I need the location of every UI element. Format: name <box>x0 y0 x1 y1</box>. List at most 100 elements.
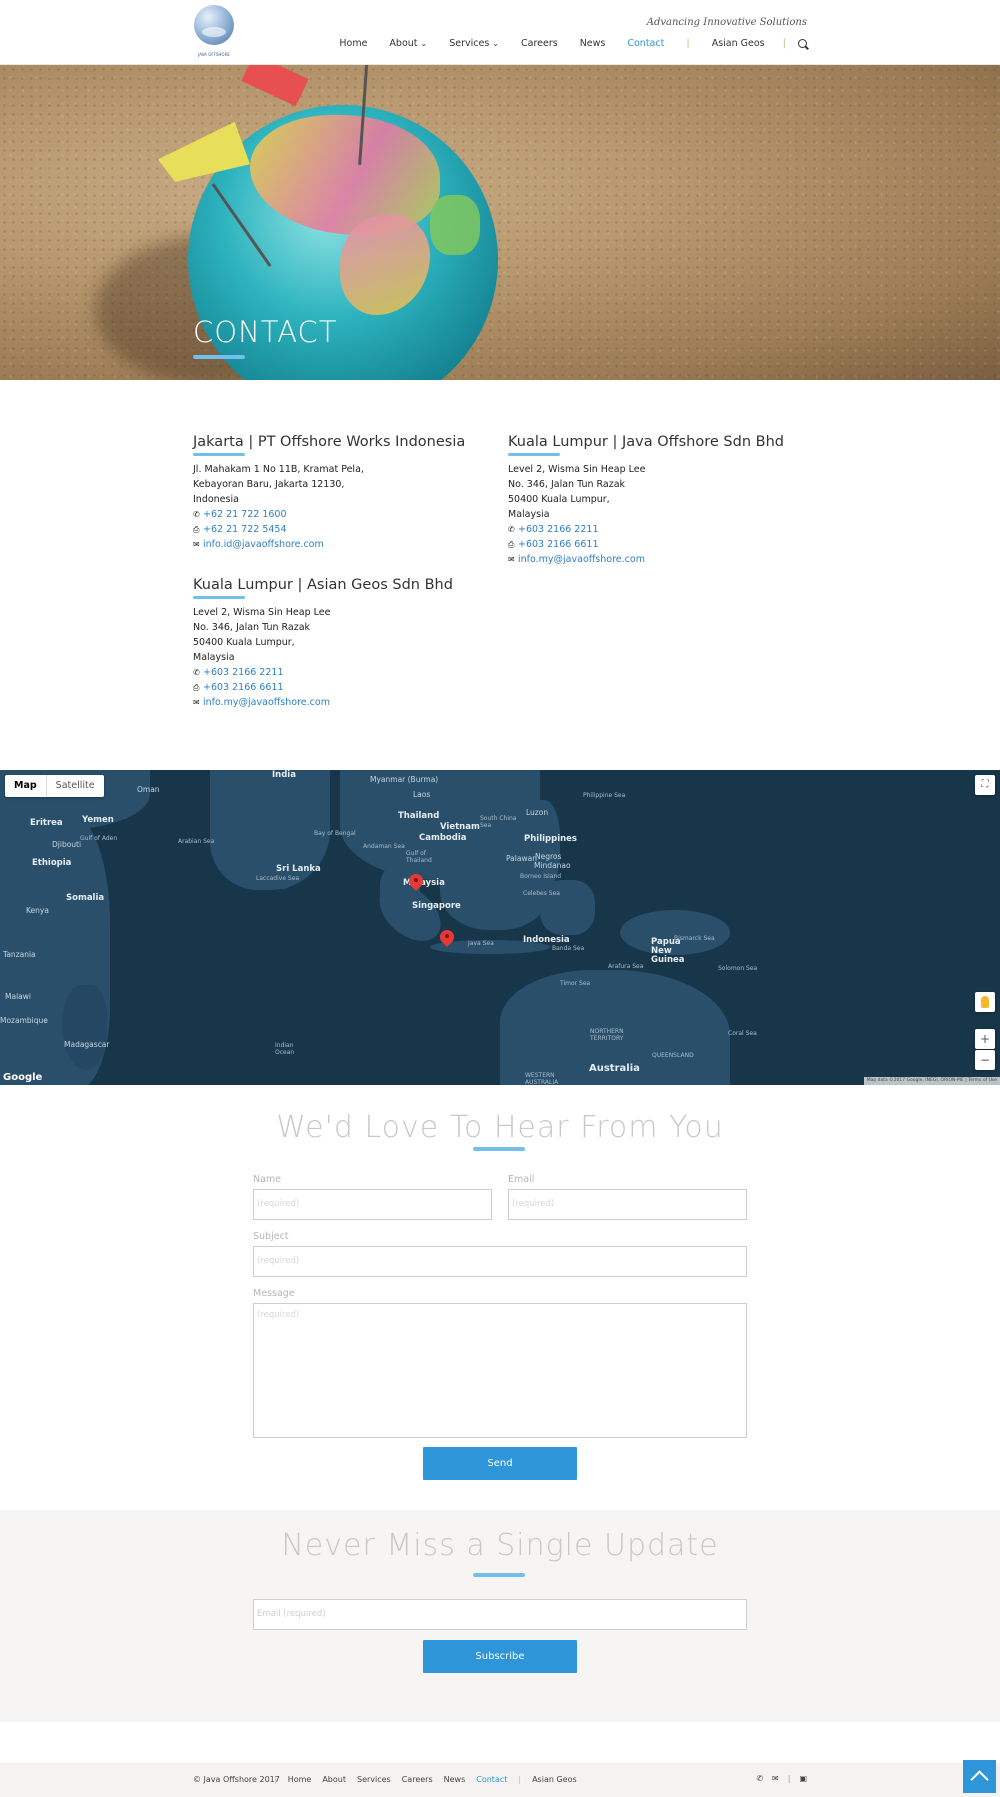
chevron-down-icon: ⌄ <box>420 38 428 48</box>
footer-nav-asian-geos[interactable]: Asian Geos <box>532 1775 577 1784</box>
site-footer: © Java Offshore 2017 | Home About Servic… <box>0 1763 1000 1797</box>
map-attribution[interactable]: Map data ©2017 Google, INEGI, ORION-ME |… <box>863 1077 1000 1085</box>
office-title-underline <box>508 453 560 456</box>
address-line: 50400 Kuala Lumpur, <box>508 494 610 505</box>
site-header: JAVA OFFSHORE Advancing Innovative Solut… <box>0 0 1000 65</box>
map-label: Arabian Sea <box>178 838 215 845</box>
nav-careers[interactable]: Careers <box>521 38 558 49</box>
zoom-in-button[interactable]: + <box>975 1029 995 1049</box>
nav-asian-geos[interactable]: Asian Geos <box>712 38 765 49</box>
map-label: Australia <box>589 1063 640 1074</box>
footer-nav-about[interactable]: About <box>322 1775 346 1784</box>
map-marker-kuala-lumpur[interactable] <box>406 871 426 894</box>
map-label: Somalia <box>66 893 105 903</box>
subscribe-button[interactable]: Subscribe <box>423 1640 577 1673</box>
address-line: Malaysia <box>508 509 550 520</box>
search-icon[interactable] <box>798 38 807 48</box>
map-label: Laccadive Sea <box>256 875 300 882</box>
map-label: Borneo Island <box>520 873 562 880</box>
pegman-icon[interactable] <box>975 992 995 1012</box>
map-label: Solomon Sea <box>718 965 758 972</box>
send-button[interactable]: Send <box>423 1447 577 1480</box>
nav-contact[interactable]: Contact <box>627 38 664 49</box>
envelope-icon[interactable]: ✉ <box>772 1774 779 1783</box>
nav-divider: | <box>782 37 786 49</box>
subject-input[interactable]: (required) <box>253 1246 747 1277</box>
map-label: Papua New Guinea <box>651 937 685 965</box>
title-underline <box>193 355 245 359</box>
nav-news[interactable]: News <box>580 38 606 49</box>
footer-nav-services[interactable]: Services <box>357 1775 391 1784</box>
map-land-sulawesi <box>540 880 595 935</box>
map-label: Mindanao <box>534 861 571 870</box>
footer-nav: | Home About Services Careers News Conta… <box>274 1775 577 1784</box>
fax-icon: ⎙ <box>193 683 200 692</box>
footer-nav-contact[interactable]: Contact <box>476 1775 507 1784</box>
map-label: Laos <box>413 790 431 799</box>
map-marker-jakarta[interactable] <box>437 927 457 950</box>
message-textarea[interactable]: (required) <box>253 1303 747 1438</box>
phone-link[interactable]: +603 2166 2211 <box>518 524 599 535</box>
map-label: South China Sea <box>480 815 517 829</box>
phone-icon[interactable]: ✆ <box>756 1774 763 1783</box>
map-label: Bay of Bengal <box>314 830 356 837</box>
company-logo[interactable]: JAVA OFFSHORE <box>193 5 235 57</box>
nav-home[interactable]: Home <box>339 38 367 49</box>
hero-banner: CONTACT <box>0 65 1000 380</box>
map-label: Java Sea <box>468 940 494 947</box>
main-nav: Home About ⌄ Services ⌄ Careers News Conta… <box>317 36 807 50</box>
fax-link[interactable]: +603 2166 6611 <box>518 539 599 550</box>
phone-link[interactable]: +603 2166 2211 <box>203 667 284 678</box>
map-label: Ethiopia <box>32 858 72 868</box>
newsletter-title-underline <box>473 1573 525 1577</box>
email-label: Email <box>508 1174 535 1185</box>
map-label: Philippines <box>524 834 577 844</box>
google-logo: Google <box>3 1072 43 1083</box>
footer-nav-home[interactable]: Home <box>288 1775 312 1784</box>
map-label: Mozambique <box>0 1016 48 1025</box>
subject-label: Subject <box>253 1231 289 1242</box>
nav-careers-label: Careers <box>520 37 558 49</box>
office-title: Kuala Lumpur | Asian Geos Sdn Bhd <box>193 577 453 593</box>
fax-link[interactable]: +62 21 722 5454 <box>203 524 287 535</box>
copyright-text: © Java Offshore 2017 <box>193 1775 280 1784</box>
nav-home-label: Home <box>339 37 368 49</box>
name-input[interactable]: (required) <box>253 1189 492 1220</box>
newsletter-title: Never Miss a Single Update <box>281 1528 719 1563</box>
map-type-map-button[interactable]: Map <box>5 775 47 797</box>
email-link[interactable]: info.id@javaoffshore.com <box>203 539 324 550</box>
nav-services[interactable]: Services ⌄ <box>449 38 499 49</box>
map-label: Negros <box>535 852 562 861</box>
phone-icon: ✆ <box>508 525 515 534</box>
fullscreen-icon[interactable]: ⛶ <box>975 775 995 795</box>
email-link[interactable]: info.my@javaoffshore.com <box>518 554 645 565</box>
fax-link[interactable]: +603 2166 6611 <box>203 682 284 693</box>
map-label: WESTERN AUSTRALIA <box>525 1072 559 1085</box>
back-to-top-button[interactable] <box>963 1760 996 1793</box>
map-label: Kenya <box>26 906 49 915</box>
linkedin-icon[interactable]: ▣ <box>799 1774 807 1783</box>
map-label: Singapore <box>412 901 461 911</box>
map-label: Celebes Sea <box>523 890 560 897</box>
address-line: No. 346, Jalan Tun Razak <box>193 622 311 633</box>
map-label: Philippine Sea <box>583 792 626 799</box>
newsletter-email-input[interactable]: Email (required) <box>253 1599 747 1630</box>
map-label: Thailand <box>398 811 440 821</box>
email-link[interactable]: info.my@javaoffshore.com <box>203 697 330 708</box>
google-map[interactable]: India Myanmar (Burma) Laos Thailand Viet… <box>0 770 1000 1085</box>
email-input[interactable]: (required) <box>508 1189 747 1220</box>
logo-text: JAVA OFFSHORE <box>198 52 230 57</box>
office-title-underline <box>193 596 245 599</box>
zoom-out-button[interactable]: − <box>975 1050 995 1070</box>
map-label: Arafura Sea <box>608 963 644 970</box>
map-label: Gulf of Thailand <box>406 850 432 864</box>
nav-about[interactable]: About ⌄ <box>389 38 427 49</box>
phone-link[interactable]: +62 21 722 1600 <box>203 509 287 520</box>
map-label: Oman <box>137 785 160 794</box>
footer-nav-news[interactable]: News <box>444 1775 466 1784</box>
office-jakarta: Jakarta | PT Offshore Works Indonesia Jl… <box>193 433 503 552</box>
map-label: Bismarck Sea <box>674 935 715 942</box>
footer-nav-careers[interactable]: Careers <box>402 1775 433 1784</box>
map-label: Indian Ocean <box>275 1042 295 1056</box>
map-type-satellite-button[interactable]: Satellite <box>47 775 104 797</box>
